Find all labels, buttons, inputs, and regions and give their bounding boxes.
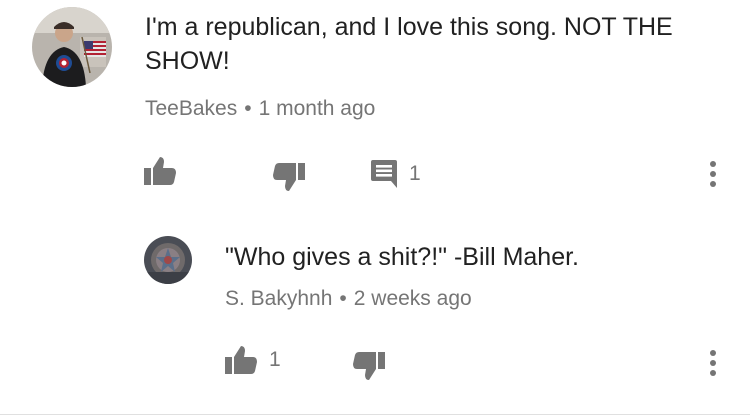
thumbs-down-icon <box>273 163 305 191</box>
reply-text: "Who gives a shit?!" -Bill Maher. <box>225 243 579 271</box>
reply-author[interactable]: S. Bakyhnh <box>225 287 332 310</box>
reply-dislike-button[interactable] <box>353 352 385 380</box>
reply-like-count: 1 <box>269 348 281 371</box>
comment-icon <box>371 160 397 188</box>
dislike-button[interactable] <box>273 163 305 191</box>
comment-author[interactable]: TeeBakes <box>145 97 237 120</box>
thumbs-up-icon <box>225 346 257 374</box>
reply-time: 2 weeks ago <box>353 287 472 310</box>
more-vert-icon <box>710 161 716 187</box>
more-options-button[interactable] <box>704 160 722 188</box>
comment-time: 1 month ago <box>258 97 376 120</box>
divider <box>0 414 750 415</box>
thumbs-down-icon <box>353 352 385 380</box>
reply-button[interactable]: 1 <box>371 160 421 188</box>
reply-count: 1 <box>409 162 421 185</box>
commenter-avatar[interactable] <box>32 7 112 87</box>
reply-more-options-button[interactable] <box>704 349 722 377</box>
reply-like-button[interactable]: 1 <box>225 346 281 374</box>
reply-avatar[interactable] <box>144 236 192 284</box>
thumbs-up-icon <box>144 157 176 185</box>
more-vert-icon <box>710 350 716 376</box>
reply-meta: S. Bakyhnh • 2 weeks ago <box>225 286 472 312</box>
comment-text: I'm a republican, and I love this song. … <box>145 13 673 75</box>
comments-thread: I'm a republican, and I love this song. … <box>0 0 750 418</box>
meta-separator: • <box>244 97 252 120</box>
meta-separator: • <box>339 287 347 310</box>
comment-meta: TeeBakes • 1 month ago <box>145 96 375 122</box>
like-button[interactable] <box>144 157 176 185</box>
